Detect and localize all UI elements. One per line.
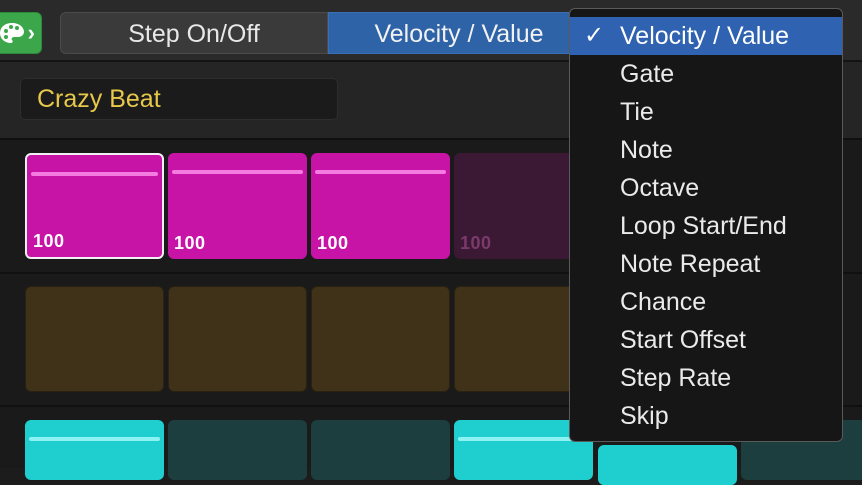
- step-pad-row3-step5[interactable]: [598, 445, 737, 485]
- menu-item-label: Chance: [620, 288, 707, 316]
- chevron-right-icon: ›: [27, 20, 35, 45]
- step-pad-row3-step3[interactable]: [311, 420, 450, 480]
- step-pad-row2-step2[interactable]: [168, 286, 307, 392]
- step-value: 100: [317, 233, 349, 253]
- pattern-name: Crazy Beat: [37, 85, 161, 113]
- menu-item-label: Octave: [620, 174, 700, 202]
- menu-item-step-rate[interactable]: Step Rate: [570, 359, 842, 397]
- menu-item-chance[interactable]: Chance: [570, 283, 842, 321]
- menu-item-label: Step Rate: [620, 364, 732, 392]
- menu-item-label: Gate: [620, 60, 675, 88]
- velocity-bar: [31, 172, 158, 176]
- step-value: 100: [460, 233, 492, 253]
- tab-velocity-value[interactable]: Velocity / Value: [328, 12, 590, 54]
- menu-item-velocity-value[interactable]: ✓ Velocity / Value: [570, 17, 842, 55]
- menu-item-gate[interactable]: Gate: [570, 55, 842, 93]
- velocity-bar: [29, 437, 160, 441]
- palette-icon: [0, 23, 24, 43]
- menu-item-label: Tie: [620, 98, 654, 126]
- step-value: 100: [174, 233, 206, 253]
- menu-item-label: Note Repeat: [620, 250, 761, 278]
- velocity-bar: [315, 170, 446, 174]
- row-mode-menu: ✓ Velocity / Value Gate Tie Note Octave …: [569, 8, 843, 442]
- step-pad-row1-step2[interactable]: 100: [168, 153, 307, 259]
- pattern-browser-button[interactable]: ›: [0, 12, 42, 54]
- menu-item-tie[interactable]: Tie: [570, 93, 842, 131]
- menu-item-loop-start-end[interactable]: Loop Start/End: [570, 207, 842, 245]
- menu-item-start-offset[interactable]: Start Offset: [570, 321, 842, 359]
- menu-item-note[interactable]: Note: [570, 131, 842, 169]
- step-pad-row3-step2[interactable]: [168, 420, 307, 480]
- step-pad-row2-step1[interactable]: [25, 286, 164, 392]
- checkmark-icon: ✓: [584, 22, 605, 49]
- pattern-name-field[interactable]: Crazy Beat: [20, 78, 338, 120]
- menu-item-note-repeat[interactable]: Note Repeat: [570, 245, 842, 283]
- menu-item-label: Skip: [620, 402, 669, 430]
- menu-item-label: Loop Start/End: [620, 212, 787, 240]
- step-pad-row1-step3[interactable]: 100: [311, 153, 450, 259]
- menu-item-label: Velocity / Value: [620, 22, 790, 50]
- step-pad-row2-step3[interactable]: [311, 286, 450, 392]
- menu-item-label: Note: [620, 136, 673, 164]
- menu-item-skip[interactable]: Skip: [570, 397, 842, 435]
- menu-item-label: Start Offset: [620, 326, 746, 354]
- step-pad-row3-step1[interactable]: [25, 420, 164, 480]
- velocity-bar: [172, 170, 303, 174]
- step-pad-row1-step1[interactable]: 100: [25, 153, 164, 259]
- tab-step-on-off[interactable]: Step On/Off: [60, 12, 328, 54]
- step-value: 100: [33, 231, 65, 251]
- menu-item-octave[interactable]: Octave: [570, 169, 842, 207]
